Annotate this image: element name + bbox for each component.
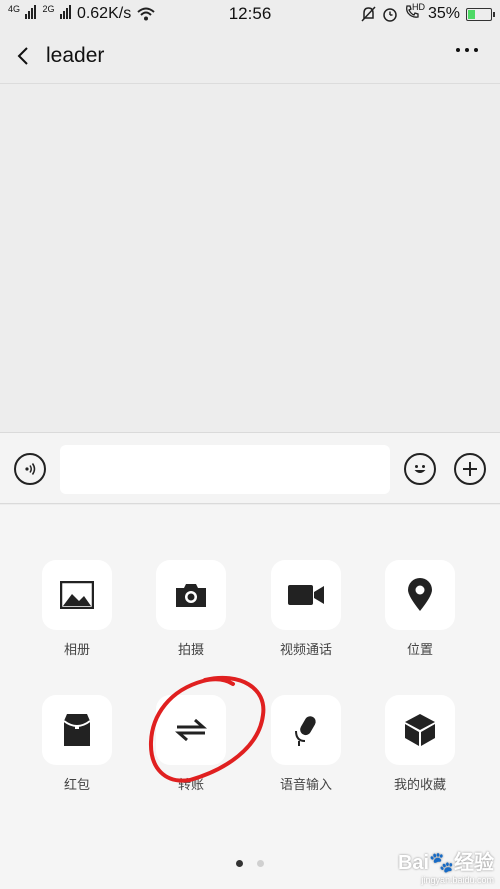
more-functions-button[interactable]: [454, 453, 486, 485]
page-dot-active[interactable]: [236, 860, 243, 867]
wifi-icon: [137, 7, 155, 21]
tile-photo-album[interactable]: 相册: [41, 560, 113, 658]
page-indicator: [236, 860, 264, 867]
emoji-button[interactable]: [404, 453, 436, 485]
tile-label: 我的收藏: [393, 778, 446, 793]
tile-label: 语音输入: [279, 778, 332, 793]
function-panel: 相册 拍摄 视频通话 位置 红包 转账 语音输入 我的收藏: [0, 505, 500, 889]
tile-label: 转账: [177, 778, 204, 793]
tile-voice-input[interactable]: 语音输入: [270, 695, 342, 793]
back-arrow-icon[interactable]: [14, 46, 34, 66]
voice-icon: [25, 463, 36, 475]
network-type-1: 4G: [8, 3, 21, 14]
signal-2-icon: 2G: [42, 3, 71, 24]
tile-camera[interactable]: 拍摄: [155, 560, 227, 658]
status-bar: 4G 2G 0.62K/s 12:56 HD 35%: [0, 0, 500, 28]
message-input[interactable]: [60, 445, 390, 494]
video-call-icon: [288, 585, 324, 605]
message-area[interactable]: [0, 85, 500, 432]
tile-transfer[interactable]: 转账: [155, 695, 227, 793]
location-pin-icon: [408, 578, 432, 611]
tile-label: 红包: [63, 778, 90, 793]
hd-call-icon: HD: [404, 1, 425, 25]
battery-icon: [466, 7, 495, 21]
network-speed: 0.62K/s: [76, 5, 132, 22]
input-bar: [0, 432, 500, 504]
camera-icon: [176, 584, 206, 607]
photo-album-icon: [60, 581, 94, 609]
transfer-icon: [175, 718, 207, 742]
tile-red-packet[interactable]: 红包: [41, 695, 113, 793]
more-options-icon[interactable]: [456, 48, 478, 52]
alarm-clock-icon: [383, 8, 397, 22]
status-right: HD 35%: [361, 1, 495, 25]
microphone-icon: [295, 716, 316, 746]
network-type-2: 2G: [42, 3, 55, 14]
plus-icon: [463, 462, 477, 476]
hd-label: HD: [411, 1, 425, 12]
watermark: Bai🐾经验 jingyan.baidu.com: [398, 846, 494, 885]
tile-label: 视频通话: [279, 643, 332, 658]
voice-toggle-button[interactable]: [14, 453, 46, 485]
tile-label: 拍摄: [177, 643, 204, 658]
tile-favorites[interactable]: 我的收藏: [384, 695, 456, 793]
favorites-cube-icon: [405, 714, 435, 746]
tile-video-call[interactable]: 视频通话: [270, 560, 342, 658]
mute-bell-icon: [361, 6, 376, 22]
page-dot[interactable]: [257, 860, 264, 867]
tile-location[interactable]: 位置: [384, 560, 456, 658]
chat-header: leader: [0, 28, 500, 84]
chat-title: leader: [46, 43, 105, 67]
signal-1-icon: 4G: [8, 3, 37, 24]
tile-label: 位置: [406, 643, 433, 658]
status-left: 4G 2G 0.62K/s: [8, 3, 155, 24]
watermark-url: jingyan.baidu.com: [421, 875, 494, 885]
battery-percent: 35%: [427, 5, 460, 22]
tile-label: 相册: [63, 643, 90, 658]
red-packet-icon: [63, 714, 91, 746]
status-time: 12:56: [228, 4, 272, 23]
watermark-logo: Bai🐾经验: [397, 852, 494, 874]
emoji-icon: [414, 465, 426, 473]
